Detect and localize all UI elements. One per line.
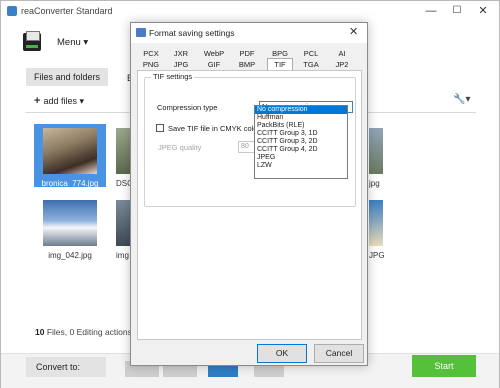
option-ccitt-g3-2d[interactable]: CCITT Group 3, 2D [255, 138, 347, 146]
cmyk-checkbox[interactable] [156, 124, 164, 132]
file-thumbnail[interactable]: jpg [369, 128, 383, 188]
maximize-button[interactable]: ☐ [445, 3, 469, 19]
app-icon [7, 6, 17, 16]
dialog-title: Format saving settings [149, 28, 235, 38]
file-image [116, 128, 130, 174]
status-summary: 10 Files, 0 Editing actions, [35, 327, 134, 337]
group-label: TIF settings [151, 72, 195, 81]
tab-pcl[interactable]: PCL [299, 48, 323, 59]
file-name: JPG [369, 251, 385, 260]
tab-tif[interactable]: TIF [267, 58, 293, 70]
title-bar: reaConverter Standard — ☐ ✕ [1, 1, 499, 23]
files-label: Files, [44, 327, 70, 337]
wrench-icon[interactable]: 🔧▾ [453, 94, 470, 105]
format-tabs: PCX JXR WebP PDF BPG PCL AI PNG JPG GIF … [137, 48, 362, 70]
file-thumbnail[interactable]: bronica_774.jpg [42, 128, 98, 188]
tab-gif[interactable]: GIF [202, 59, 226, 70]
tab-bmp[interactable]: BMP [235, 59, 259, 70]
minimize-button[interactable]: — [419, 3, 443, 19]
tab-pdf[interactable]: PDF [235, 48, 259, 59]
option-huffman[interactable]: Huffman [255, 114, 347, 122]
tab-files-and-folders[interactable]: Files and folders [26, 68, 108, 86]
tab-png[interactable]: PNG [139, 59, 163, 70]
file-name: bronica_774.jpg [41, 179, 99, 188]
tab-jpg[interactable]: JPG [169, 59, 193, 70]
menu-label: Menu ▾ [57, 37, 89, 48]
start-button[interactable]: Start [412, 355, 476, 377]
option-no-compression[interactable]: No compression [255, 106, 347, 114]
dialog-icon [136, 28, 146, 37]
cancel-button[interactable]: Cancel [314, 344, 364, 363]
file-name: jpg [369, 179, 380, 188]
format-saving-settings-dialog: Format saving settings ✕ PCX JXR WebP PD… [130, 22, 368, 366]
file-image [369, 200, 383, 246]
tab-ai[interactable]: AI [330, 48, 354, 59]
file-image [116, 200, 130, 246]
cmyk-label: Save TIF file in CMYK color [168, 124, 260, 133]
tab-jxr[interactable]: JXR [169, 48, 193, 59]
file-image [43, 200, 97, 246]
option-ccitt-g3-1d[interactable]: CCITT Group 3, 1D [255, 130, 347, 138]
convert-to-label: Convert to: [26, 357, 106, 377]
file-thumbnail[interactable]: img [116, 200, 130, 260]
tab-pcx[interactable]: PCX [139, 48, 163, 59]
option-lzw[interactable]: LZW [255, 162, 347, 170]
file-name: img_042.jpg [48, 251, 92, 260]
editing-label: Editing actions, [74, 327, 135, 337]
compression-type-label: Compression type [157, 103, 218, 112]
file-image [369, 128, 383, 174]
dialog-title-bar: Format saving settings ✕ [131, 23, 367, 43]
file-image [43, 128, 97, 174]
plus-icon: + [34, 95, 41, 107]
tab-jp2[interactable]: JP2 [330, 59, 354, 70]
file-thumbnail[interactable]: img_042.jpg [43, 200, 97, 260]
tab-tga[interactable]: TGA [299, 59, 323, 70]
window-title: reaConverter Standard [21, 6, 113, 16]
file-thumbnail[interactable]: JPG [369, 200, 385, 260]
dialog-close-icon[interactable]: ✕ [349, 25, 358, 38]
compression-dropdown-list: No compression Huffman PackBits (RLE) CC… [254, 105, 348, 179]
file-thumbnail[interactable]: DSC [116, 128, 133, 188]
option-packbits[interactable]: PackBits (RLE) [255, 122, 347, 130]
close-button[interactable]: ✕ [471, 3, 495, 19]
add-files-label: add files ▾ [43, 96, 84, 106]
add-files-button[interactable]: + add files ▾ [34, 95, 84, 107]
printer-logo-icon [23, 31, 41, 51]
ok-button[interactable]: OK [257, 344, 307, 363]
option-jpeg[interactable]: JPEG [255, 154, 347, 162]
jpeg-quality-label: JPEG quality [158, 143, 202, 152]
tab-webp[interactable]: WebP [202, 48, 226, 59]
option-ccitt-g4-2d[interactable]: CCITT Group 4, 2D [255, 146, 347, 154]
